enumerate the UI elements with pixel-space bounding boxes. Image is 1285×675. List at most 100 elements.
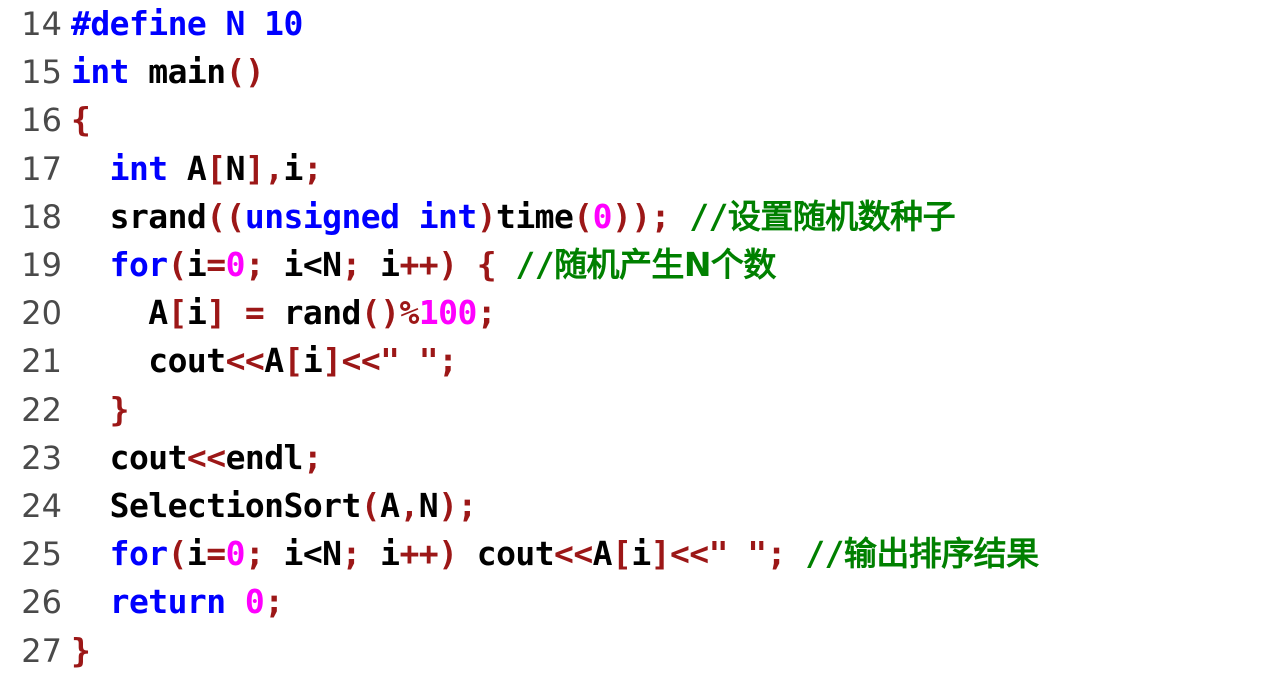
code-line[interactable]: 21 cout<<A[i]<<" ";: [0, 337, 1285, 385]
code-line[interactable]: 22 }: [0, 386, 1285, 434]
code-token-kw: for: [109, 534, 169, 574]
code-token-cmt-cjk: 随机产生N个数: [554, 245, 776, 285]
line-number: 15: [21, 53, 62, 92]
code-line[interactable]: 23 cout<<endl;: [0, 434, 1285, 482]
code-token-punc: [: [612, 534, 632, 574]
code-line-text[interactable]: cout<<A[i]<<" ";: [62, 337, 458, 385]
code-line-text[interactable]: cout<<endl;: [62, 434, 323, 482]
code-token-id: cout: [148, 341, 226, 381]
code-line-text[interactable]: int A[N],i;: [62, 145, 323, 193]
code-line[interactable]: 16{: [0, 96, 1285, 144]
code-line-text[interactable]: for(i=0; i<N; i++) cout<<A[i]<<" "; //输出…: [62, 530, 1039, 578]
code-token-id: SelectionSort: [109, 486, 362, 526]
code-token-cmt: //: [805, 534, 844, 574]
code-token-punc: [: [283, 341, 304, 381]
code-token-id: A: [380, 486, 400, 526]
line-number: 25: [21, 535, 62, 574]
code-token-punc: =: [244, 293, 265, 333]
line-number: 17: [21, 149, 62, 188]
code-token-punc: (: [167, 245, 188, 285]
code-token-num: 0: [225, 534, 246, 574]
code-token-punc: );: [438, 486, 477, 526]
code-line-text[interactable]: return 0;: [62, 578, 284, 626]
code-line[interactable]: 24 SelectionSort(A,N);: [0, 482, 1285, 530]
code-token-id: i: [302, 341, 323, 381]
line-number: 18: [21, 197, 62, 236]
code-token-punc: }: [71, 630, 91, 670]
code-token-punc: [: [206, 148, 226, 188]
code-line[interactable]: 26 return 0;: [0, 578, 1285, 626]
code-line-text[interactable]: srand((unsigned int)time(0)); //设置随机数种子: [62, 193, 956, 241]
code-token-id: i: [360, 245, 400, 285]
code-line[interactable]: 27}: [0, 627, 1285, 675]
code-line-text[interactable]: A[i] = rand()%100;: [62, 289, 496, 337]
code-line[interactable]: 17 int A[N],i;: [0, 145, 1285, 193]
code-token-id: A: [592, 534, 613, 574]
code-token-punc: ;: [766, 534, 787, 574]
code-token-punc: ],: [244, 148, 284, 188]
code-token-punc: ;: [244, 534, 265, 574]
code-line[interactable]: 25 for(i=0; i<N; i++) cout<<A[i]<<" "; /…: [0, 530, 1285, 578]
code-token-punc: ;: [264, 582, 284, 622]
code-token-kw: int: [71, 52, 130, 92]
code-line[interactable]: 20 A[i] = rand()%100;: [0, 289, 1285, 337]
code-token-str: " ": [708, 534, 768, 574]
code-token-punc: ,: [399, 486, 419, 526]
code-token-punc: <<: [225, 341, 265, 381]
code-token-num: 100: [418, 293, 478, 333]
code-token-id: cout: [109, 437, 188, 477]
code-token-id: endl: [225, 437, 304, 477]
code-line[interactable]: 14 #define N 10: [0, 0, 1285, 48]
code-token-punc: ++): [399, 245, 458, 285]
code-line-text[interactable]: for(i=0; i<N; i++) { //随机产生N个数: [62, 241, 777, 289]
code-line-text[interactable]: }: [62, 627, 91, 675]
code-token-punc: =: [206, 534, 226, 574]
code-token-cmt-cjk: 输出排序结果: [843, 534, 1039, 574]
code-token-id: N: [418, 486, 439, 526]
code-token-id: i: [283, 148, 304, 188]
code-line[interactable]: 18 srand((unsigned int)time(0)); //设置随机数…: [0, 193, 1285, 241]
code-token-kw: int: [109, 148, 169, 188]
code-token-kw: unsigned int: [244, 196, 477, 236]
code-line-text[interactable]: SelectionSort(A,N);: [62, 482, 478, 530]
code-token-punc: }: [109, 389, 130, 429]
code-token-num: 0: [592, 196, 613, 236]
code-token-punc: ;: [341, 534, 362, 574]
code-line-text[interactable]: int main(): [62, 48, 265, 96]
code-token-id: i: [360, 534, 400, 574]
code-token-punc: <<: [669, 534, 709, 574]
code-line-text[interactable]: }: [62, 386, 130, 434]
code-token-id: A: [167, 148, 207, 188]
line-number: 27: [21, 631, 62, 670]
code-token-id: A: [264, 341, 284, 381]
code-token-punc: ]: [206, 293, 226, 333]
code-token-punc: <<: [341, 341, 381, 381]
code-token-punc: ++): [399, 534, 458, 574]
code-line[interactable]: 15 int main(): [0, 48, 1285, 96]
code-token-punc: {: [476, 245, 497, 285]
code-line[interactable]: 19 for(i=0; i<N; i++) { //随机产生N个数: [0, 241, 1285, 289]
code-line-text[interactable]: #define N 10: [62, 0, 303, 48]
code-token-punc: ): [476, 196, 497, 236]
code-token-id: i: [186, 245, 207, 285]
code-token-pre: #define N 10: [71, 4, 303, 43]
code-token-punc: <<: [554, 534, 593, 574]
line-number: 23: [21, 438, 62, 477]
line-number: 22: [21, 390, 62, 429]
code-line-text[interactable]: {: [62, 96, 91, 144]
code-token-id: i<N: [264, 245, 343, 285]
code-token-id: i: [631, 534, 651, 574]
